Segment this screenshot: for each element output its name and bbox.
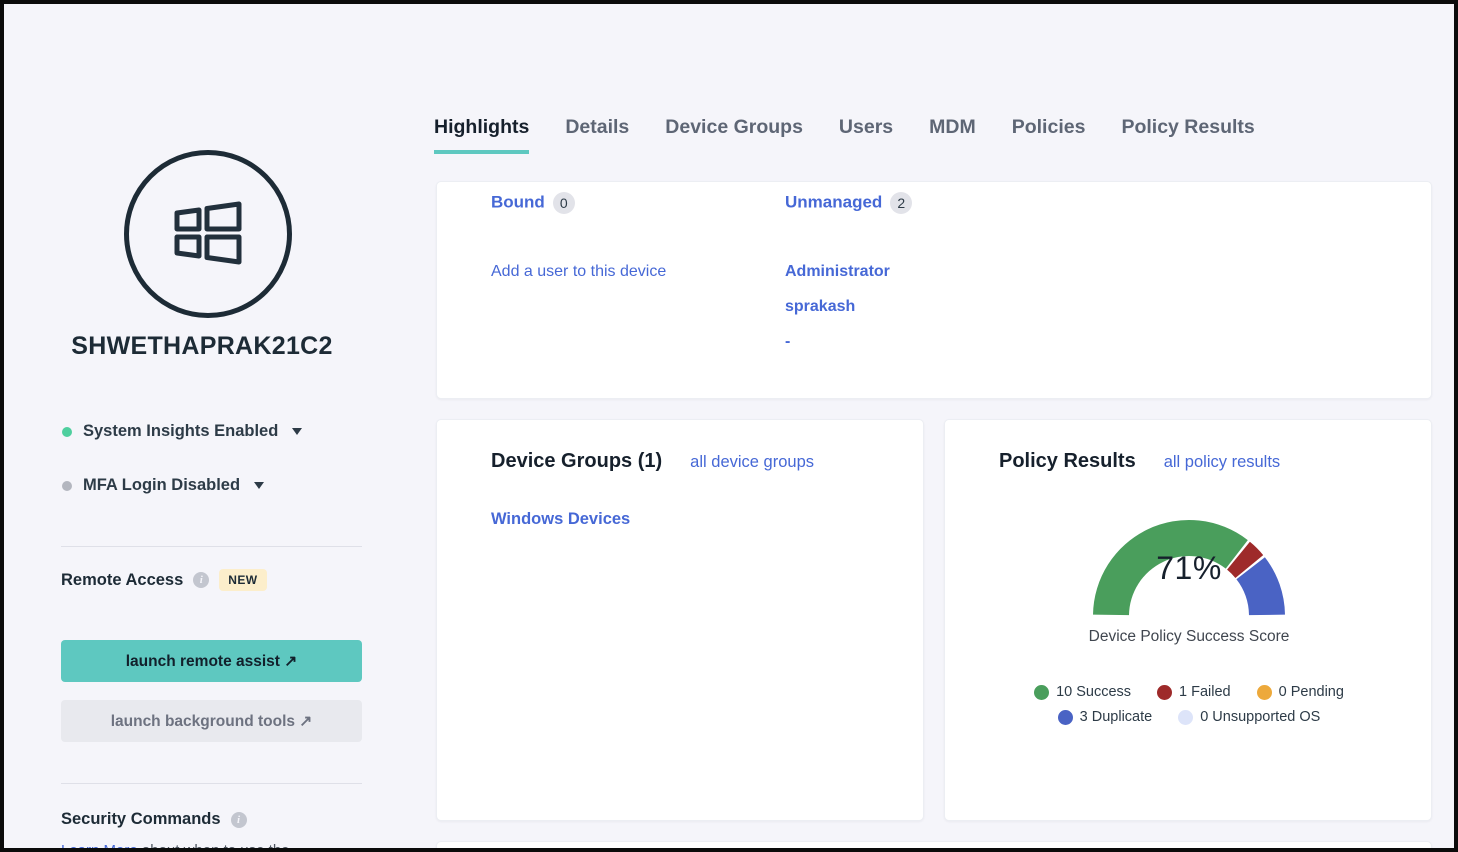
- status-mfa-login[interactable]: MFA Login Disabled: [62, 476, 264, 495]
- learn-more-link[interactable]: Learn More: [61, 842, 138, 852]
- remote-access-header: Remote Access i NEW: [61, 569, 267, 591]
- policy-results-title: Policy Results: [999, 450, 1136, 473]
- additional-card: [436, 841, 1432, 852]
- tab-bar: Highlights Details Device Groups Users M…: [434, 116, 1255, 154]
- legend-dot-failed: [1157, 685, 1172, 700]
- tab-policies[interactable]: Policies: [1012, 116, 1086, 154]
- legend-item-success: 10 Success: [1034, 684, 1131, 700]
- security-commands-description: Learn More about when to use the: [61, 842, 290, 852]
- add-user-link[interactable]: Add a user to this device: [491, 254, 791, 289]
- tab-details[interactable]: Details: [565, 116, 629, 154]
- tab-device-groups[interactable]: Device Groups: [665, 116, 803, 154]
- windows-logo-icon: [169, 195, 247, 273]
- legend-dot-unsupported-os: [1178, 710, 1193, 725]
- main-content: Highlights Details Device Groups Users M…: [400, 4, 1454, 848]
- security-commands-header: Security Commands i: [61, 810, 247, 829]
- legend-item-unsupported-os: 0 Unsupported OS: [1178, 709, 1320, 725]
- status-system-insights-label: System Insights Enabled: [83, 422, 278, 441]
- legend-item-pending: 0 Pending: [1257, 684, 1344, 700]
- device-groups-title: Device Groups (1): [491, 450, 662, 473]
- legend-label-unsupported-os: 0 Unsupported OS: [1200, 709, 1320, 725]
- launch-background-tools-button[interactable]: launch background tools ↗: [61, 700, 362, 742]
- user-placeholder: -: [785, 324, 1085, 359]
- device-sidebar: SHWETHAPRAK21C2 System Insights Enabled …: [4, 4, 400, 848]
- legend-label-pending: 0 Pending: [1279, 684, 1344, 700]
- device-avatar: [124, 150, 292, 318]
- unmanaged-header: Unmanaged 2: [785, 192, 1085, 214]
- chart-legend: 10 Success 1 Failed 0 Pending 3 Duplicat…: [945, 684, 1433, 725]
- remote-access-title: Remote Access: [61, 571, 183, 590]
- page-title: SHWETHAPRAK21C2: [4, 332, 400, 361]
- status-badge-new: NEW: [219, 569, 266, 591]
- status-dot-green: [62, 427, 72, 437]
- policy-results-card: Policy Results all policy results Device…: [944, 419, 1432, 821]
- info-icon[interactable]: i: [231, 812, 247, 828]
- unmanaged-label[interactable]: Unmanaged: [785, 192, 882, 211]
- user-administrator[interactable]: Administrator: [785, 254, 1085, 289]
- chevron-down-icon: [254, 482, 264, 489]
- device-summary-card: Bound 0 Add a user to this device Unmanag…: [436, 181, 1432, 399]
- divider: [61, 783, 362, 784]
- status-mfa-login-label: MFA Login Disabled: [83, 476, 240, 495]
- legend-item-failed: 1 Failed: [1157, 684, 1231, 700]
- legend-label-success: 10 Success: [1056, 684, 1131, 700]
- learn-more-rest: about when to use the: [138, 842, 290, 852]
- security-commands-title: Security Commands: [61, 810, 221, 829]
- status-dot-gray: [62, 481, 72, 491]
- gauge-caption: Device Policy Success Score: [1089, 628, 1290, 646]
- tab-highlights[interactable]: Highlights: [434, 116, 529, 154]
- user-sprakash[interactable]: sprakash: [785, 289, 1085, 324]
- legend-dot-pending: [1257, 685, 1272, 700]
- tab-policy-results[interactable]: Policy Results: [1121, 116, 1254, 154]
- legend-label-duplicate: 3 Duplicate: [1080, 709, 1153, 725]
- unmanaged-column: Unmanaged 2 Administrator sprakash -: [785, 192, 1085, 359]
- legend-dot-duplicate: [1058, 710, 1073, 725]
- legend-item-duplicate: 3 Duplicate: [1058, 709, 1153, 725]
- status-system-insights[interactable]: System Insights Enabled: [62, 422, 302, 441]
- policy-results-header: Policy Results all policy results: [999, 450, 1280, 473]
- all-policy-results-link[interactable]: all policy results: [1164, 453, 1280, 472]
- bound-header: Bound 0: [491, 192, 791, 214]
- legend-row: 10 Success 1 Failed 0 Pending: [1034, 684, 1344, 700]
- info-icon[interactable]: i: [193, 572, 209, 588]
- legend-label-failed: 1 Failed: [1179, 684, 1231, 700]
- all-device-groups-link[interactable]: all device groups: [690, 453, 814, 472]
- launch-remote-assist-button[interactable]: launch remote assist ↗: [61, 640, 362, 682]
- device-groups-card: Device Groups (1) all device groups Wind…: [436, 419, 924, 821]
- unmanaged-count: 2: [890, 192, 912, 214]
- bound-count: 0: [553, 192, 575, 214]
- device-groups-header: Device Groups (1) all device groups: [491, 450, 814, 473]
- divider: [61, 546, 362, 547]
- tab-users[interactable]: Users: [839, 116, 893, 154]
- list-item[interactable]: Windows Devices: [491, 510, 630, 529]
- device-details-modal: SHWETHAPRAK21C2 System Insights Enabled …: [0, 0, 1458, 852]
- legend-row: 3 Duplicate 0 Unsupported OS: [1058, 709, 1321, 725]
- gauge-percent-value: 71%: [945, 550, 1433, 587]
- chevron-down-icon: [292, 428, 302, 435]
- legend-dot-success: [1034, 685, 1049, 700]
- bound-label[interactable]: Bound: [491, 192, 545, 211]
- bound-column: Bound 0 Add a user to this device: [491, 192, 791, 289]
- tab-mdm[interactable]: MDM: [929, 116, 976, 154]
